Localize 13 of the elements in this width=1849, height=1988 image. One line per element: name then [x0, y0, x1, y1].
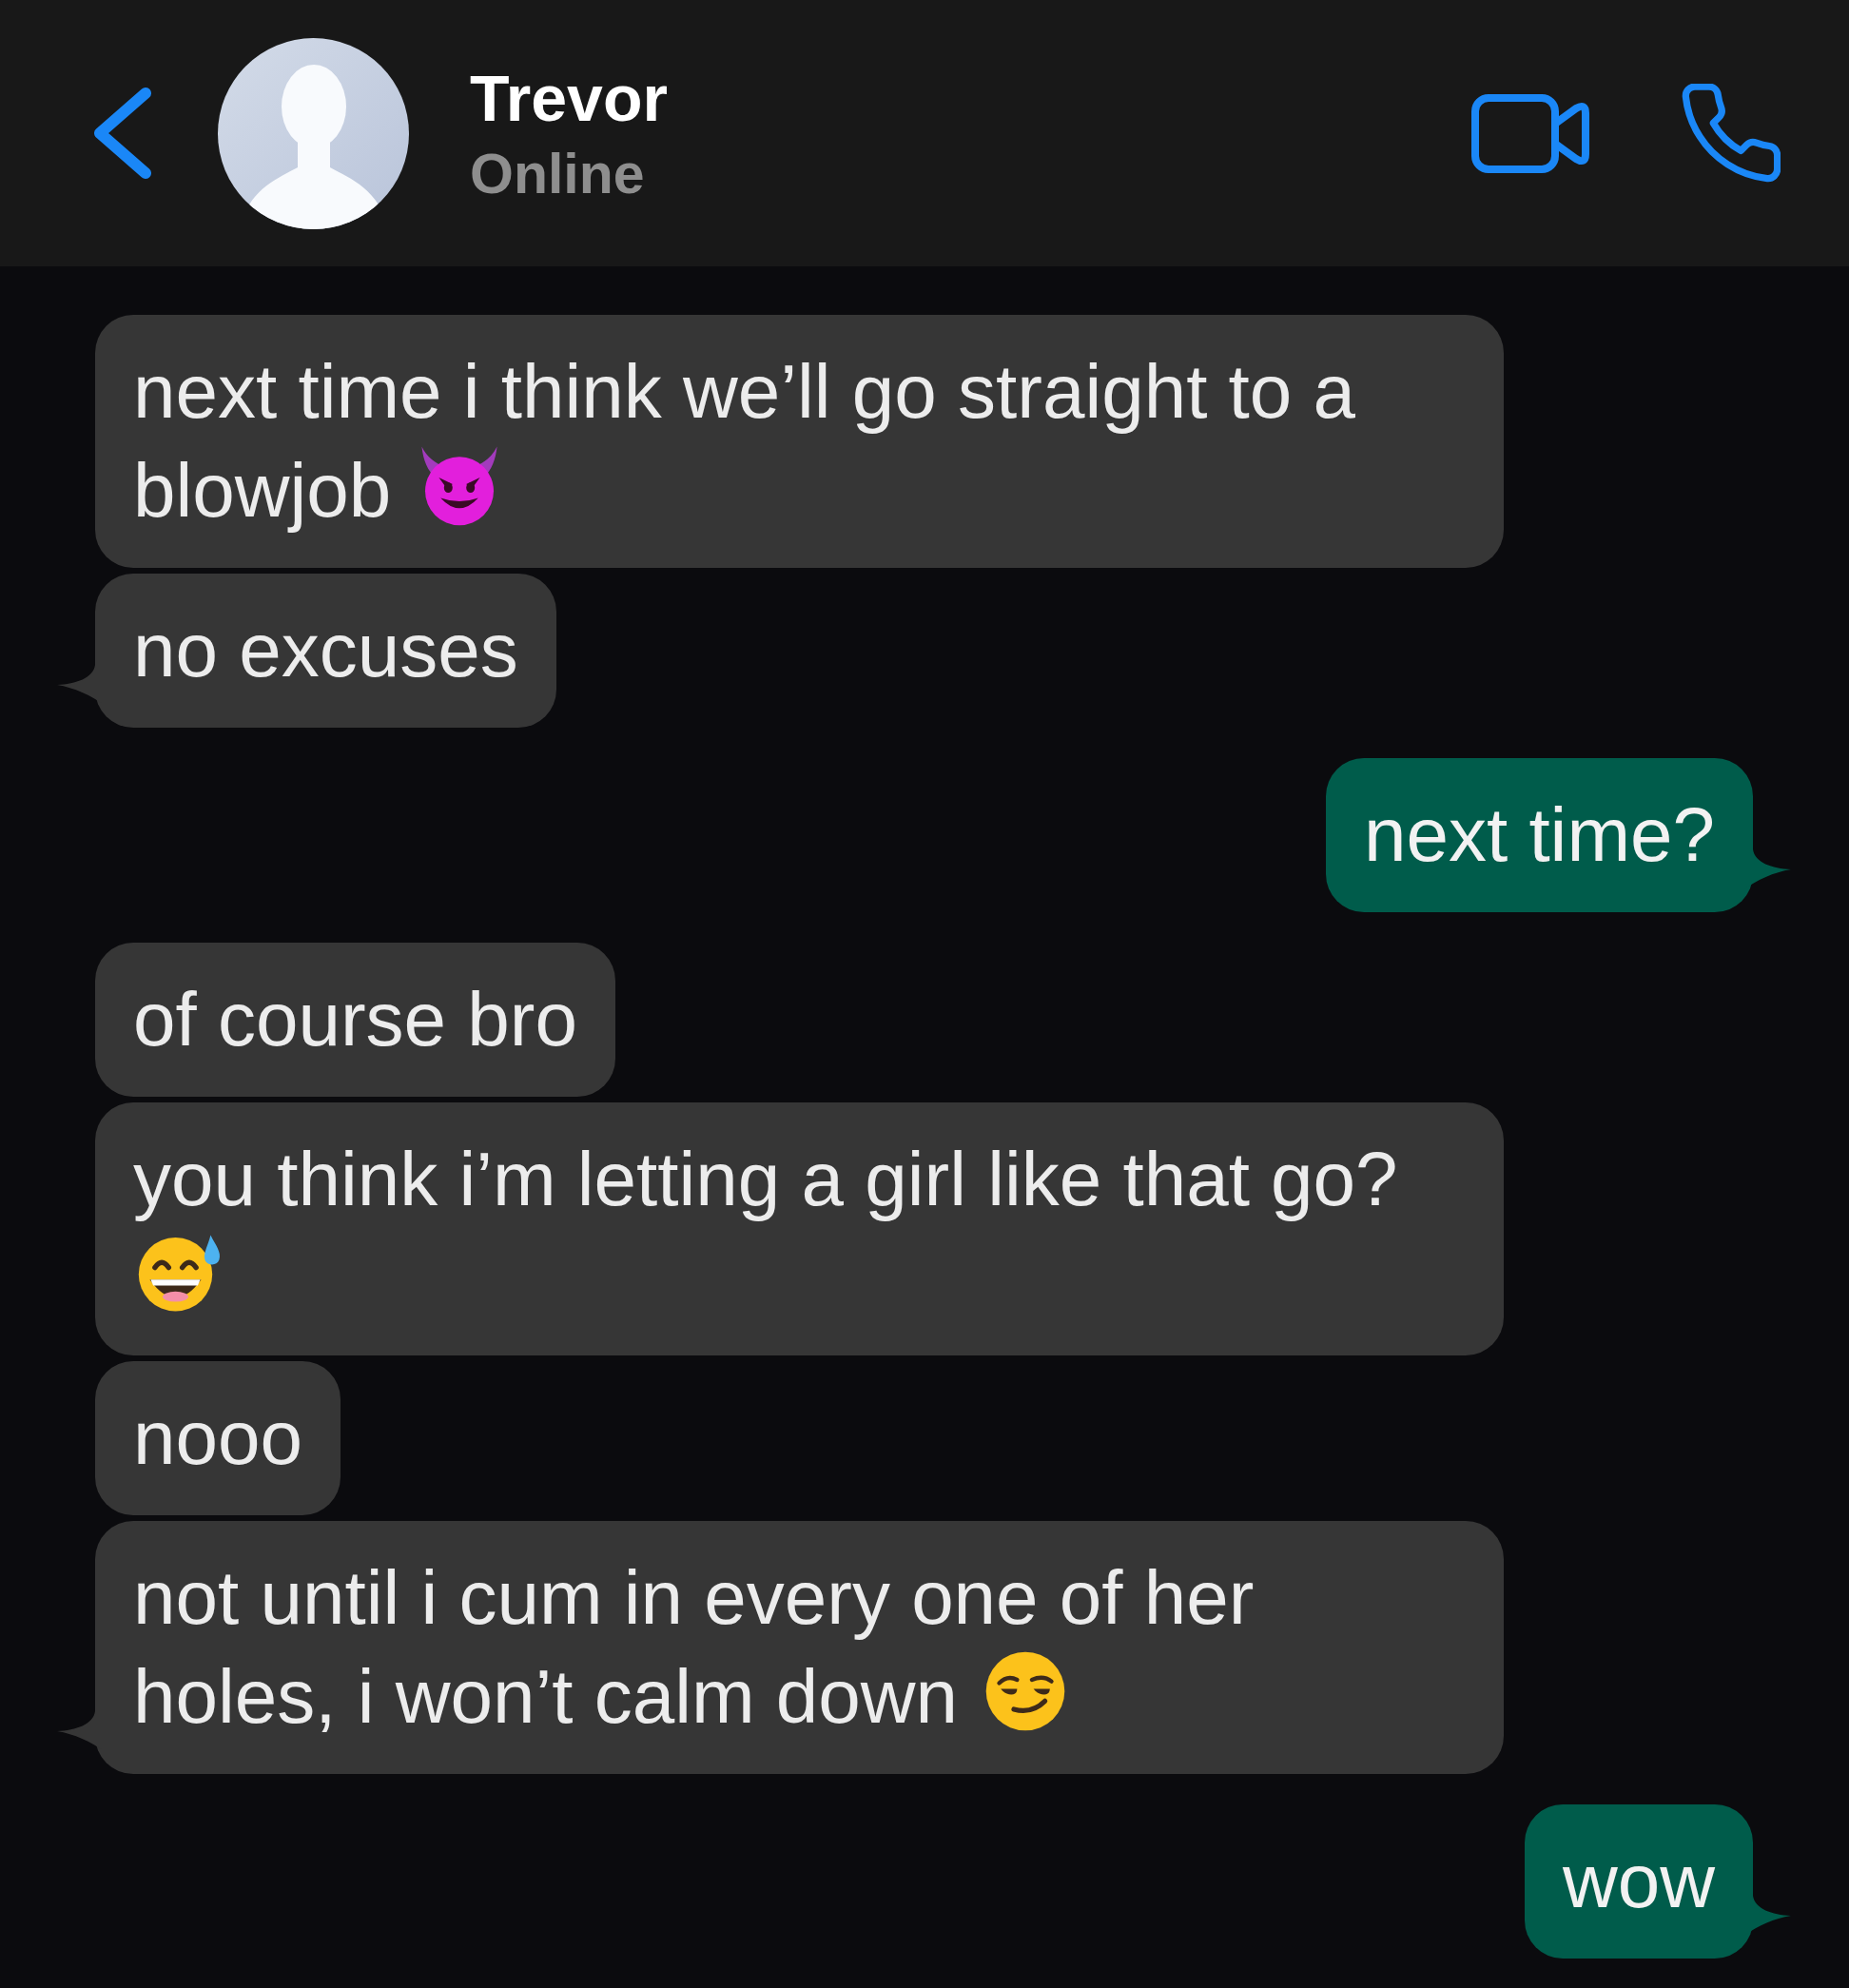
message-text: you think i’m letting a girl like that go?	[133, 1137, 1398, 1320]
message-text: no excuses	[133, 608, 518, 692]
contact-status: Online	[470, 143, 646, 205]
avatar-icon	[218, 37, 409, 229]
message-text: of course bro	[133, 977, 577, 1062]
video-camera-icon[interactable]	[1471, 93, 1589, 173]
message-text: next time i think we’ll go straight to a blowjob	[133, 349, 1356, 533]
message-text: not until i cum in every one of her holes, i won’t calm down	[133, 1555, 1255, 1739]
message-text: nooo	[133, 1395, 302, 1480]
contact-name: Trevor	[470, 61, 668, 135]
message-text: wow	[1562, 1839, 1715, 1923]
message-text: next time?	[1363, 792, 1715, 877]
back-icon[interactable]	[94, 88, 151, 179]
